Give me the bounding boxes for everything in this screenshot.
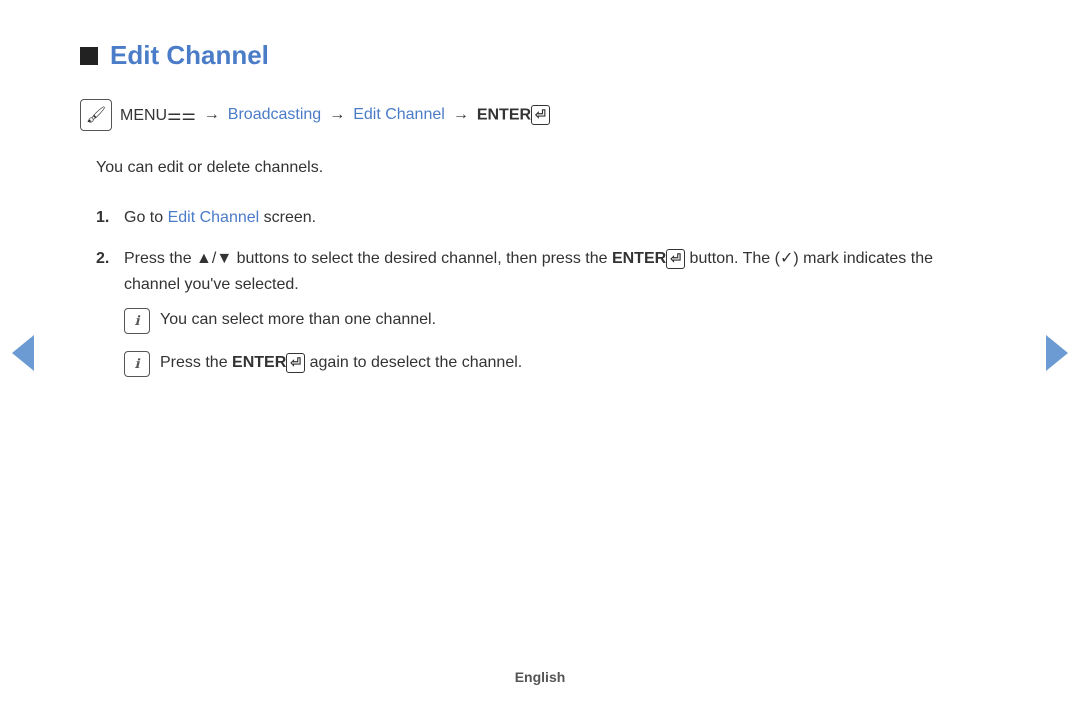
note2-bold: ENTER⏎ <box>232 354 305 371</box>
note2-after: again to deselect the channel. <box>305 354 522 371</box>
list-number-1: 1. <box>96 205 124 231</box>
hand-icon: 🖌 <box>86 105 106 125</box>
arrow-2: → <box>329 106 345 124</box>
note-list: ℹ You can select more than one channel. … <box>124 307 980 377</box>
note-text-1: You can select more than one channel. <box>160 307 436 333</box>
numbered-list: 1. Go to Edit Channel screen. 2. Press t… <box>96 205 980 394</box>
note-item-1: ℹ You can select more than one channel. <box>124 307 980 334</box>
menu-icon-chars: ⚌⚌ <box>167 107 196 124</box>
list-item-1: 1. Go to Edit Channel screen. <box>96 205 980 231</box>
list2-enter-bold: ENTER⏎ <box>612 250 685 267</box>
list1-text-after: screen. <box>259 209 316 226</box>
note-icon-2: ℹ <box>124 351 150 377</box>
list2-text: Press the ▲/▼ buttons to select the desi… <box>124 250 608 267</box>
note2-before: Press the <box>160 354 232 371</box>
title-row: Edit Channel <box>80 40 980 71</box>
menu-label: MENU⚌⚌ <box>120 105 196 125</box>
edit-channel-link: Edit Channel <box>353 106 445 124</box>
footer-language: English <box>515 669 566 685</box>
note-item-2: ℹ Press the ENTER⏎ again to deselect the… <box>124 350 980 377</box>
enter-box: ⏎ <box>531 105 550 125</box>
note-icon-1: ℹ <box>124 308 150 334</box>
enter-box-3: ⏎ <box>286 353 305 373</box>
list-content-2: Press the ▲/▼ buttons to select the desi… <box>124 246 980 393</box>
list-number-2: 2. <box>96 246 124 272</box>
enter-label: ENTER⏎ <box>477 105 550 125</box>
list-content-1: Go to Edit Channel screen. <box>124 205 980 231</box>
arrow-1: → <box>204 106 220 124</box>
page-content: Edit Channel 🖌 MENU⚌⚌ → Broadcasting → E… <box>0 0 1080 449</box>
page-footer: English <box>0 669 1080 685</box>
title-square-icon <box>80 47 98 65</box>
menu-icon: 🖌 <box>80 99 112 131</box>
note-content-2: Press the ENTER⏎ again to deselect the c… <box>160 350 522 376</box>
page-title: Edit Channel <box>110 40 269 71</box>
menu-text: MENU <box>120 107 167 124</box>
list1-link: Edit Channel <box>168 209 260 226</box>
next-arrow-button[interactable] <box>1046 335 1068 371</box>
description-text: You can edit or delete channels. <box>96 155 980 181</box>
arrow-3: → <box>453 106 469 124</box>
list-item-2: 2. Press the ▲/▼ buttons to select the d… <box>96 246 980 393</box>
broadcasting-link: Broadcasting <box>228 106 321 124</box>
prev-arrow-button[interactable] <box>12 335 34 371</box>
enter-box-2: ⏎ <box>666 249 685 269</box>
list1-text-before: Go to <box>124 209 168 226</box>
menu-path: 🖌 MENU⚌⚌ → Broadcasting → Edit Channel →… <box>80 99 980 131</box>
